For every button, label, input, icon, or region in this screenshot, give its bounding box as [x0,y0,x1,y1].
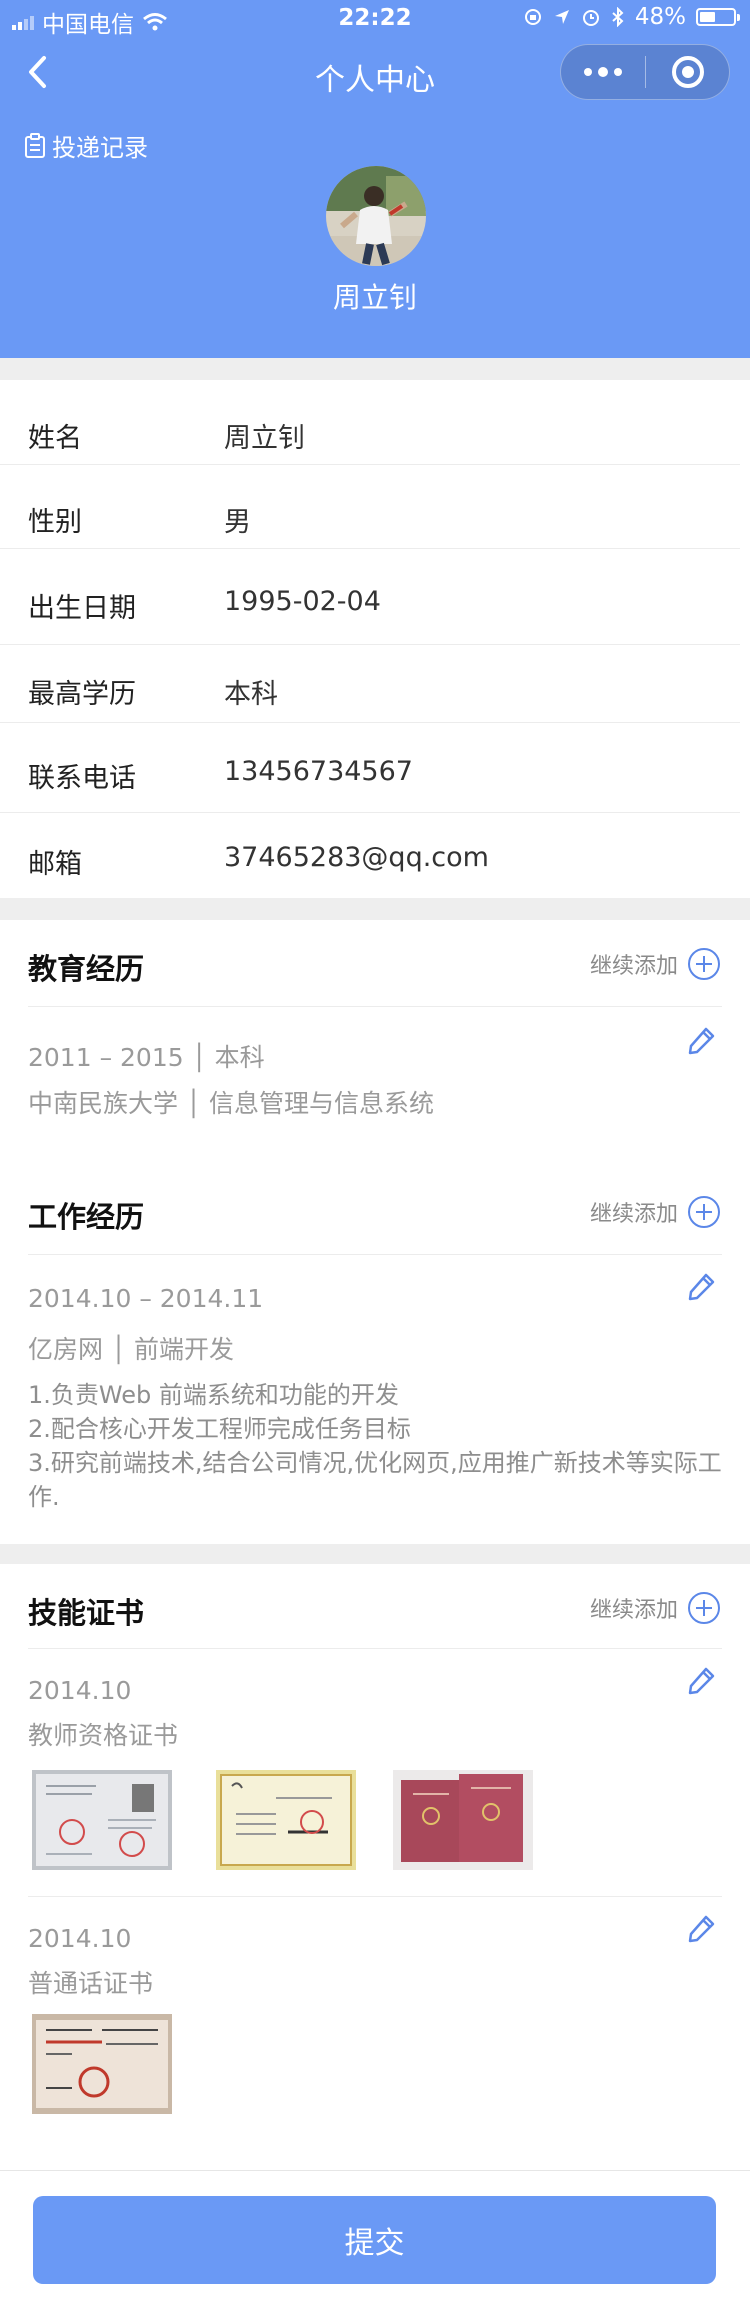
clipboard-icon [25,132,45,158]
delivery-record-link[interactable]: 投递记录 [24,128,148,163]
work-duties: 1.负责Web 前端系统和功能的开发 2.配合核心开发工程师完成任务目标 3.研… [28,1378,728,1514]
work-duty: 2.配合核心开发工程师完成任务目标 [28,1415,411,1443]
plus-circle-icon [688,1196,720,1228]
education-school: 中南民族大学 │ 信息管理与信息系统 [28,1089,434,1118]
location-icon [554,10,569,24]
add-certificate-button[interactable]: 继续添加 [590,1592,720,1624]
more-menu-button[interactable] [561,45,645,99]
work-period: 2014.10 – 2014.11 [28,1284,264,1313]
certificate-photo[interactable] [216,1770,356,1870]
add-work-button[interactable]: 继续添加 [590,1196,720,1228]
info-value: 周立钊 [224,423,305,454]
certificate-date: 2014.10 [28,1924,132,1953]
status-bar: 中国电信 22:22 48% [0,0,750,38]
certificate-photo[interactable] [32,1770,172,1870]
education-title: 教育经历 [28,952,145,986]
target-icon [671,56,704,88]
certificate-name: 教师资格证书 [28,1721,179,1750]
alarm-icon [582,10,599,26]
work-section: 工作经历 继续添加 2014.10 – 2014.11 亿房网 │ 前端开发 1… [0,1168,750,1544]
bottom-bar: 提交 [0,2170,750,2301]
avatar[interactable] [326,166,426,266]
basic-info-section: 姓名 周立钊 性别 男 出生日期 1995-02-04 最高学历 本科 联系电话… [0,380,750,898]
info-label: 邮箱 [28,849,82,880]
certificate-photo[interactable] [32,2014,172,2114]
info-label: 姓名 [28,423,82,454]
certificates-section: 技能证书 继续添加 2014.10 教师资格证书 2014.10 普通话证书 [0,1564,750,2170]
certificate-date: 2014.10 [28,1676,132,1705]
work-duty: 3.研究前端技术,结合公司情况,优化网页,应用推广新技术等实际工作. [28,1449,722,1511]
add-label: 继续添加 [589,954,678,979]
add-label: 继续添加 [589,1202,678,1227]
certificate-photo[interactable] [393,1770,533,1870]
certificate-name: 普通话证书 [28,1969,154,1998]
info-value: 13456734567 [224,756,413,787]
profile-header: 中国电信 22:22 48% 个人中心 投递记录 周立钊 [0,0,750,358]
work-company: 亿房网 │ 前端开发 [28,1335,234,1364]
miniapp-capsule [560,44,730,100]
info-value: 男 [224,507,251,538]
delivery-record-label: 投递记录 [52,134,148,162]
info-value: 本科 [224,679,278,710]
info-label: 出生日期 [28,593,136,624]
submit-button[interactable]: 提交 [33,2196,716,2284]
battery-icon [696,8,740,26]
orientation-lock-icon [524,9,541,25]
education-section: 教育经历 继续添加 2011 – 2015 │ 本科 中南民族大学 │ 信息管理… [0,920,750,1168]
add-label: 继续添加 [589,1598,678,1623]
add-education-button[interactable]: 继续添加 [590,948,720,980]
edit-pencil-icon[interactable] [686,1666,716,1696]
navbar: 个人中心 [0,40,750,106]
plus-circle-icon [688,1592,720,1624]
work-duty: 1.负责Web 前端系统和功能的开发 [28,1381,399,1409]
info-label: 联系电话 [28,763,136,794]
edit-pencil-icon[interactable] [686,1026,716,1056]
work-title: 工作经历 [28,1200,145,1234]
edit-pencil-icon[interactable] [686,1272,716,1302]
close-miniapp-button[interactable] [646,54,729,90]
education-period: 2011 – 2015 │ 本科 [28,1043,265,1072]
info-value: 37465283@qq.com [224,842,489,873]
profile-name: 周立钊 [332,281,417,314]
bluetooth-icon [612,7,624,27]
plus-circle-icon [688,948,720,980]
certificates-title: 技能证书 [28,1596,145,1630]
info-label: 性别 [28,507,82,538]
info-value: 1995-02-04 [224,586,381,617]
edit-pencil-icon[interactable] [686,1914,716,1944]
battery-percent: 48% [634,4,686,30]
info-label: 最高学历 [28,679,136,710]
